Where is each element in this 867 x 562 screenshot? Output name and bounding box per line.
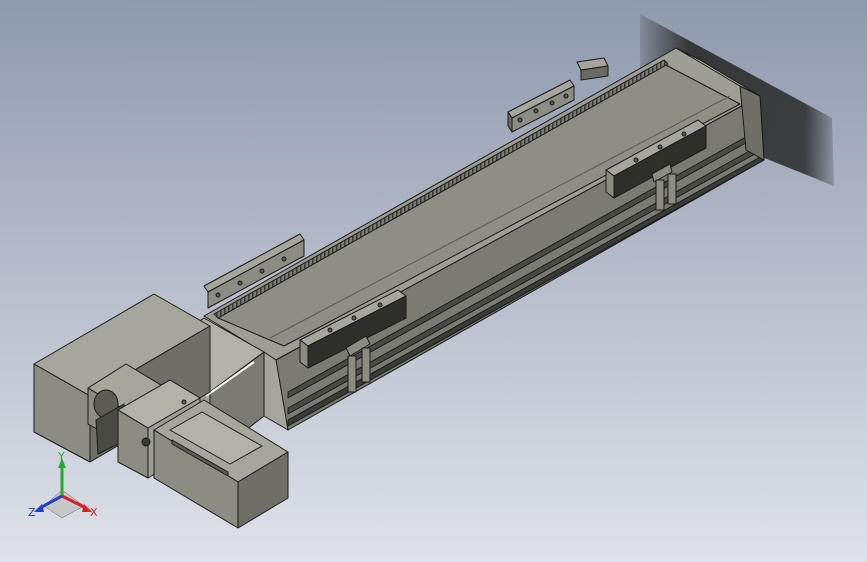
- cad-viewport[interactable]: Y X Z: [0, 0, 867, 562]
- top-mounting-bracket: [576, 57, 609, 81]
- y-axis-label: Y: [57, 450, 65, 463]
- z-axis-label: Z: [28, 506, 36, 519]
- model-view[interactable]: Y X Z: [0, 0, 867, 562]
- x-axis-label: X: [90, 506, 98, 519]
